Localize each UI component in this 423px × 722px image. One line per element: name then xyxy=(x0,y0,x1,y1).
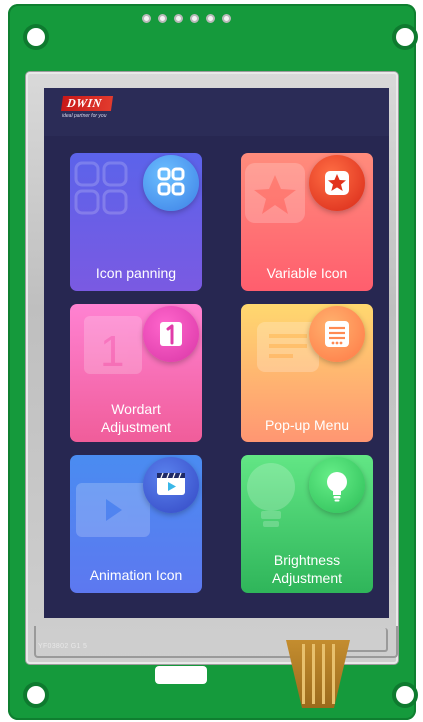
number-one-icon xyxy=(143,306,199,362)
brightness-adjustment-card[interactable]: Brightness Adjustment xyxy=(241,455,373,593)
board-cutout xyxy=(155,666,207,684)
icon-panning-card[interactable]: Icon panning xyxy=(70,153,202,291)
light-bulb-icon xyxy=(309,457,365,513)
top-bar: DWIN ideal partner for you xyxy=(44,88,389,136)
mounting-hole xyxy=(396,28,414,46)
variable-icon-card[interactable]: Variable Icon xyxy=(241,153,373,291)
video-player-icon xyxy=(143,457,199,513)
star-icon xyxy=(309,155,365,211)
card-label: Icon panning xyxy=(95,265,177,281)
wordart-adjustment-card[interactable]: 1 Wordart Adjustment xyxy=(70,304,202,442)
animation-icon-card[interactable]: Animation Icon xyxy=(70,455,202,593)
pcb-marking: YF03802 G1 5 xyxy=(38,643,88,650)
card-label: Wordart Adjustment xyxy=(100,401,172,435)
popup-menu-card[interactable]: Pop-up Menu xyxy=(241,304,373,442)
card-label: Animation Icon xyxy=(89,567,183,583)
card-label: Variable Icon xyxy=(266,265,348,281)
grid-four-squares-icon xyxy=(143,155,199,211)
brand-name: DWIN xyxy=(60,96,114,111)
card-label: Brightness Adjustment xyxy=(271,552,343,586)
dwin-logo: DWIN ideal partner for you xyxy=(60,96,120,126)
menu-card-icon xyxy=(309,306,365,362)
brand-tagline: ideal partner for you xyxy=(62,113,107,119)
mounting-hole xyxy=(27,686,45,704)
card-label: Pop-up Menu xyxy=(264,417,350,433)
lcd-screen: DWIN ideal partner for you Icon panning xyxy=(44,88,389,618)
mounting-hole xyxy=(396,686,414,704)
svg-text:1: 1 xyxy=(100,327,124,376)
mounting-hole xyxy=(27,28,45,46)
